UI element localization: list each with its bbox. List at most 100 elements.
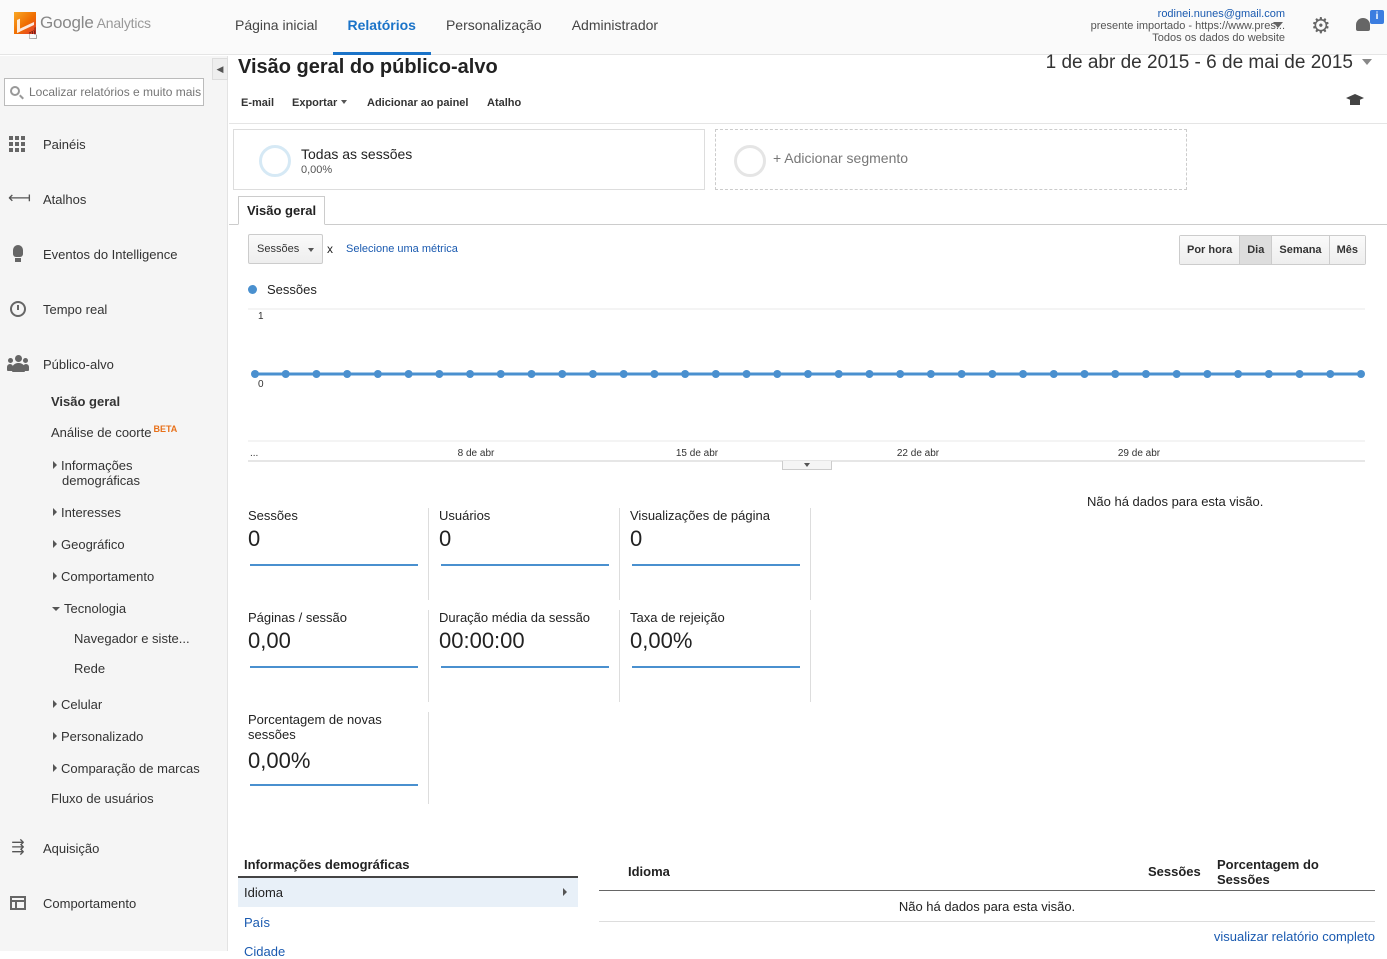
date-range-dropdown-icon[interactable] xyxy=(1362,59,1372,65)
top-navigation: Página inicial Relatórios Personalização… xyxy=(220,0,673,55)
data-point xyxy=(588,370,597,378)
sidebar-subitem-network[interactable]: Rede xyxy=(74,661,105,676)
select-metric-link[interactable]: Selecione uma métrica xyxy=(346,243,458,255)
scorecard-divider xyxy=(428,610,429,702)
nav-reports[interactable]: Relatórios xyxy=(332,0,431,55)
y-tick-label: 0 xyxy=(258,379,264,390)
chart-collapse-toggle[interactable] xyxy=(782,461,832,470)
sidebar-subitem-custom[interactable]: Personalizado xyxy=(53,729,143,744)
sidebar-item-behavior[interactable]: Comportamento xyxy=(0,888,228,918)
geo-label: Geográfico xyxy=(61,537,125,552)
sidebar-subitem-browser-os[interactable]: Navegador e siste... xyxy=(74,631,190,646)
demographics-item-language[interactable]: Idioma xyxy=(238,876,578,907)
sidebar-item-acquisition[interactable]: ⇶ Aquisição xyxy=(0,833,228,863)
sidebar-subitem-technology[interactable]: Tecnologia xyxy=(52,601,126,616)
expand-arrow-icon xyxy=(53,540,57,548)
account-dropdown-icon[interactable] xyxy=(1273,22,1283,28)
account-selector[interactable]: rodinei.nunes@gmail.com presente importa… xyxy=(1091,8,1285,44)
demographics-link-city[interactable]: Cidade xyxy=(244,944,285,959)
chevron-right-icon xyxy=(563,888,567,896)
nav-admin[interactable]: Administrador xyxy=(557,0,673,55)
sidebar-subitem-demographics[interactable]: Informações demográficas xyxy=(53,458,140,488)
scorecard-sparkline xyxy=(250,784,418,786)
data-point xyxy=(865,370,874,378)
sidebar-item-realtime[interactable]: Tempo real xyxy=(0,294,228,324)
page-title: Visão geral do público-alvo xyxy=(238,56,498,78)
demographics-link-country[interactable]: País xyxy=(244,915,270,930)
segment-percentage: 0,00% xyxy=(301,164,333,176)
report-search-input[interactable] xyxy=(4,78,204,106)
scorecard-3[interactable]: Páginas / sessão 0,00 xyxy=(248,610,438,706)
mouse-pointer-icon: ☝ xyxy=(28,26,38,43)
sidebar-item-shortcuts[interactable]: ⟻ Atalhos xyxy=(0,184,228,214)
graduation-cap-icon[interactable] xyxy=(1346,94,1364,108)
data-point xyxy=(281,370,290,378)
sidebar-subitem-overview[interactable]: Visão geral xyxy=(51,394,120,409)
sessions-line-chart: 1 0... 8 de abr 15 de abr 22 de abr 29 de abr xyxy=(248,308,1365,462)
nav-customization[interactable]: Personalização xyxy=(431,0,557,55)
metric-dropdown[interactable]: Sessões xyxy=(248,234,323,264)
scorecard-2[interactable]: Visualizações de página 0 xyxy=(630,508,820,604)
scorecard-value: 0 xyxy=(630,526,643,551)
x-tick-label: ... xyxy=(250,448,258,459)
email-button[interactable]: E-mail xyxy=(241,97,274,109)
sidebar-subitem-cohort[interactable]: Análise de coorte BETA xyxy=(51,424,177,440)
sidebar-item-label: Tempo real xyxy=(43,301,108,317)
sidebar-item-audience[interactable]: Público-alvo xyxy=(0,349,228,379)
legend-marker xyxy=(248,285,257,294)
export-button[interactable]: Exportar xyxy=(292,97,348,109)
data-point xyxy=(1357,370,1365,378)
period-hourly-button[interactable]: Por hora xyxy=(1180,236,1240,264)
sidebar-item-intelligence[interactable]: Eventos do Intelligence xyxy=(0,239,228,269)
mobile-label: Celular xyxy=(61,697,103,712)
data-point xyxy=(373,370,382,378)
scorecard-sparkline xyxy=(632,564,800,566)
period-week-button[interactable]: Semana xyxy=(1271,236,1329,264)
sidebar-collapse-button[interactable]: ◀ xyxy=(212,58,228,80)
data-point xyxy=(343,370,352,378)
tab-overview[interactable]: Visão geral xyxy=(238,196,326,225)
scorecard-sparkline xyxy=(250,666,418,668)
custom-label: Personalizado xyxy=(61,729,144,744)
shortcut-button[interactable]: Atalho xyxy=(487,97,521,109)
notification-badge[interactable]: i xyxy=(1370,10,1384,24)
expand-arrow-icon xyxy=(53,461,57,469)
scorecard-4[interactable]: Duração média da sessão 00:00:00 xyxy=(439,610,629,706)
data-point xyxy=(926,370,935,378)
add-segment-button[interactable]: + Adicionar segmento xyxy=(715,129,1187,190)
scorecard-sparkline xyxy=(632,666,800,668)
period-month-button[interactable]: Mês xyxy=(1328,236,1365,264)
main-content: Visão geral do público-alvo 1 de abr de … xyxy=(229,52,1387,959)
date-range-picker[interactable]: 1 de abr de 2015 - 6 de mai de 2015 xyxy=(1046,52,1353,74)
table-no-data-message: Não há dados para esta visão. xyxy=(599,892,1375,922)
period-day-button[interactable]: Dia xyxy=(1239,236,1272,264)
sidebar-item-label: Aquisição xyxy=(43,840,100,856)
sidebar-item-dashboards[interactable]: Painéis xyxy=(0,129,228,159)
column-header-language[interactable]: Idioma xyxy=(628,864,670,879)
gear-icon[interactable]: ⚙ xyxy=(1311,13,1331,39)
scorecard-value: 0,00% xyxy=(248,748,311,773)
sidebar-subitem-benchmarking[interactable]: Comparação de marcas xyxy=(53,761,200,776)
segment-all-sessions[interactable]: Todas as sessões 0,00% xyxy=(233,129,705,190)
sidebar-subitem-behavior[interactable]: Comportamento xyxy=(53,569,154,584)
sidebar-subitem-mobile[interactable]: Celular xyxy=(53,697,102,712)
benchmarking-label: Comparação de marcas xyxy=(61,761,200,776)
data-point xyxy=(527,370,536,378)
scorecard-0[interactable]: Sessões 0 xyxy=(248,508,438,604)
column-header-sessions-pct[interactable]: Porcentagem do Sessões xyxy=(1217,857,1337,887)
column-header-sessions[interactable]: Sessões xyxy=(1148,864,1201,879)
data-point xyxy=(1295,370,1304,378)
scorecard-1[interactable]: Usuários 0 xyxy=(439,508,629,604)
sidebar-subitem-interests[interactable]: Interesses xyxy=(53,505,121,520)
scorecard-6[interactable]: Porcentagem de novas sessões 0,00% xyxy=(248,712,438,808)
behavior-label: Comportamento xyxy=(61,569,155,584)
view-full-report-link[interactable]: visualizar relatório completo xyxy=(1214,929,1375,944)
add-to-dashboard-button[interactable]: Adicionar ao painel xyxy=(367,97,468,109)
account-property: presente importado - https://www.pres... xyxy=(1090,20,1285,32)
nav-home[interactable]: Página inicial xyxy=(220,0,333,55)
scorecard-5[interactable]: Taxa de rejeição 0,00% xyxy=(630,610,820,706)
data-point xyxy=(804,370,812,378)
sidebar-subitem-geo[interactable]: Geográfico xyxy=(53,537,125,552)
sidebar-subitem-users-flow[interactable]: Fluxo de usuários xyxy=(51,791,154,806)
expand-arrow-icon xyxy=(53,764,57,772)
